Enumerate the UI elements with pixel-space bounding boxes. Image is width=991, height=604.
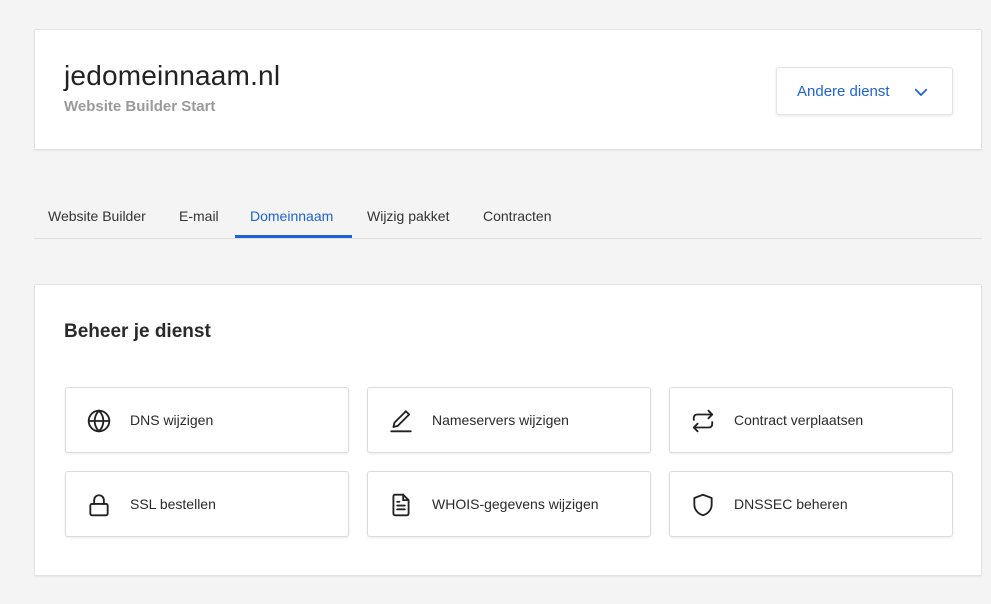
dns-wijzigen-tile[interactable]: DNS wijzigen — [65, 387, 349, 453]
tab-label: Contracten — [483, 208, 552, 224]
section-title: Beheer je dienst — [64, 321, 211, 342]
globe-icon — [87, 409, 111, 433]
pencil-icon — [390, 410, 412, 433]
shield-icon — [693, 493, 713, 517]
active-tab-indicator — [235, 235, 352, 238]
service-header-card: jedomeinnaam.nl Website Builder Start An… — [34, 29, 982, 150]
chevron-down-icon — [914, 88, 928, 96]
whois-gegevens-wijzigen-tile[interactable]: WHOIS-gegevens wijzigen — [367, 471, 651, 537]
ssl-bestellen-tile[interactable]: SSL bestellen — [65, 471, 349, 537]
tab-label: E-mail — [179, 208, 219, 224]
tab-label: Domeinnaam — [250, 208, 334, 224]
manage-service-card: Beheer je dienst DNS wijzigen Nameserver… — [34, 284, 982, 576]
tile-label: Contract verplaatsen — [734, 412, 864, 428]
tab-e-mail[interactable]: E-mail — [179, 194, 219, 238]
tab-bar: Website Builder E-mail Domeinnaam Wijzig… — [34, 194, 982, 239]
transfer-arrows-icon — [692, 409, 714, 433]
tab-label: Wijzig pakket — [367, 208, 450, 224]
tile-label: DNS wijzigen — [130, 412, 214, 428]
tab-label: Website Builder — [48, 208, 146, 224]
package-name: Website Builder Start — [64, 98, 216, 115]
tab-contracten[interactable]: Contracten — [483, 194, 551, 238]
tab-wijzig-pakket[interactable]: Wijzig pakket — [367, 194, 449, 238]
nameservers-wijzigen-tile[interactable]: Nameservers wijzigen — [367, 387, 651, 453]
contract-verplaatsen-tile[interactable]: Contract verplaatsen — [669, 387, 953, 453]
other-service-dropdown[interactable]: Andere dienst — [776, 67, 953, 115]
tile-label: SSL bestellen — [130, 496, 216, 512]
tile-label: DNSSEC beheren — [734, 496, 848, 512]
dnssec-beheren-tile[interactable]: DNSSEC beheren — [669, 471, 953, 537]
tile-label: WHOIS-gegevens wijzigen — [432, 496, 599, 512]
document-icon — [392, 493, 410, 517]
lock-icon — [89, 494, 109, 517]
tile-label: Nameservers wijzigen — [432, 412, 569, 428]
tab-website-builder[interactable]: Website Builder — [48, 194, 146, 238]
other-service-label: Andere dienst — [797, 82, 890, 100]
domain-title: jedomeinnaam.nl — [64, 60, 281, 91]
tab-domeinnaam[interactable]: Domeinnaam — [250, 194, 333, 238]
